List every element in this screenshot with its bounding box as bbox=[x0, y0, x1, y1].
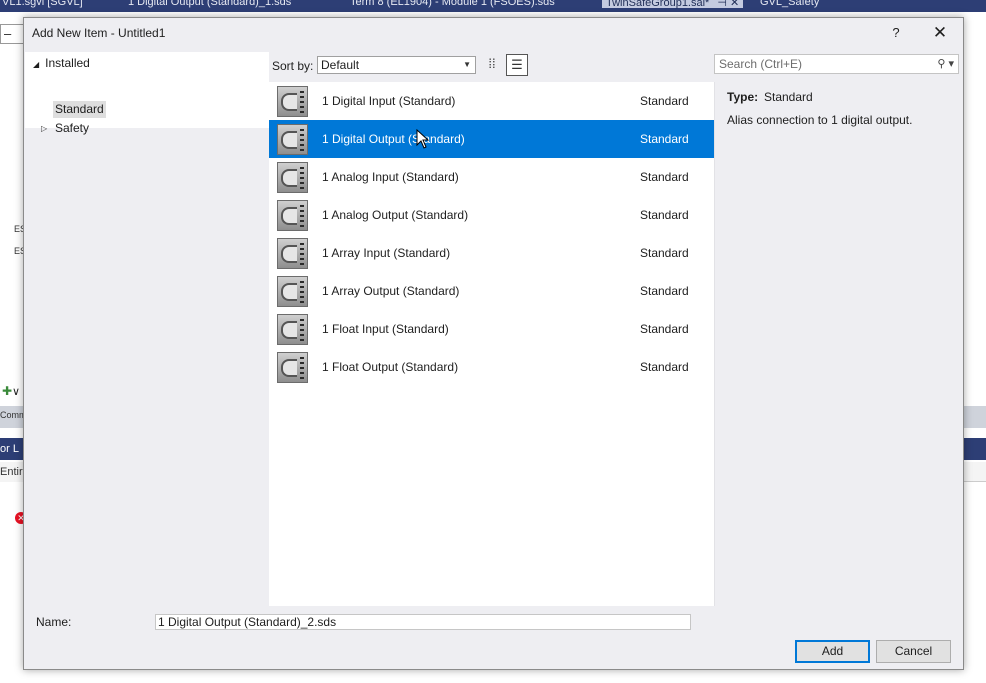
template-name: 1 Analog Input (Standard) bbox=[322, 170, 459, 184]
help-button[interactable]: ? bbox=[882, 22, 910, 44]
ide-left-area: – ES ES ✚∨ Comma or L Entire ✕ bbox=[0, 12, 24, 683]
name-label: Name: bbox=[36, 615, 72, 629]
template-type: Standard bbox=[640, 284, 689, 298]
tree-installed-label: Installed bbox=[45, 56, 90, 70]
template-type: Standard bbox=[640, 246, 689, 260]
terminal-template-icon bbox=[277, 124, 308, 155]
ide-tab-active[interactable]: TwinSafeGroup1.sal* ⊣ ✕ bbox=[602, 0, 744, 9]
ide-bar: Entire bbox=[0, 462, 24, 482]
expand-triangle-icon[interactable]: ▷ bbox=[41, 120, 47, 137]
template-type: Standard bbox=[640, 132, 689, 146]
ide-tab[interactable]: VL1.sgvl [SGVL] bbox=[2, 0, 83, 8]
template-name: 1 Array Input (Standard) bbox=[322, 246, 451, 260]
template-row[interactable]: 1 Float Output (Standard) Standard bbox=[269, 348, 714, 386]
template-row[interactable]: 1 Digital Input (Standard) Standard bbox=[269, 82, 714, 120]
terminal-template-icon bbox=[277, 86, 308, 117]
details-description: Alias connection to 1 digital output. bbox=[727, 113, 913, 127]
template-row[interactable]: 1 Analog Output (Standard) Standard bbox=[269, 196, 714, 234]
terminal-template-icon bbox=[277, 200, 308, 231]
template-type: Standard bbox=[640, 322, 689, 336]
template-name: 1 Digital Input (Standard) bbox=[322, 94, 456, 108]
close-button[interactable]: ✕ bbox=[926, 22, 954, 44]
dialog-title: Add New Item - Untitled1 bbox=[32, 26, 166, 40]
template-type: Standard bbox=[640, 170, 689, 184]
terminal-template-icon bbox=[277, 352, 308, 383]
tree-item-safety[interactable]: ▷ Safety bbox=[41, 120, 91, 137]
template-type: Standard bbox=[640, 360, 689, 374]
template-name: 1 Digital Output (Standard) bbox=[322, 132, 465, 146]
ide-bar bbox=[963, 406, 986, 428]
add-button[interactable]: Add bbox=[795, 640, 870, 663]
search-placeholder: Search (Ctrl+E) bbox=[719, 57, 803, 71]
terminal-template-icon bbox=[277, 314, 308, 345]
sort-by-select[interactable]: Default ▼ bbox=[317, 56, 476, 74]
tree-item-label: Safety bbox=[55, 121, 90, 135]
tree-item-standard[interactable]: Standard bbox=[53, 101, 106, 118]
template-row[interactable]: 1 Array Output (Standard) Standard bbox=[269, 272, 714, 310]
collapse-triangle-icon[interactable]: ◢ bbox=[33, 60, 39, 69]
template-name: 1 Array Output (Standard) bbox=[322, 284, 460, 298]
ide-toolbar-fragment: ✚ ∨ bbox=[0, 384, 24, 402]
template-type: Standard bbox=[640, 94, 689, 108]
details-type-label: Type: bbox=[727, 90, 759, 104]
template-row[interactable]: 1 Analog Input (Standard) Standard bbox=[269, 158, 714, 196]
dropdown-arrow-icon: ▼ bbox=[463, 60, 471, 69]
ide-tab-label: TwinSafeGroup1.sal* bbox=[606, 0, 710, 9]
search-icon[interactable]: ⚲ ▾ bbox=[937, 55, 954, 73]
template-row[interactable]: 1 Float Input (Standard) Standard bbox=[269, 310, 714, 348]
ide-tab[interactable]: 1 Digital Output (Standard)_1.sds bbox=[128, 0, 291, 8]
ide-tab[interactable]: GVL_Safety bbox=[760, 0, 819, 8]
tree-item-label: Standard bbox=[55, 102, 104, 116]
search-input[interactable]: Search (Ctrl+E) ⚲ ▾ bbox=[714, 54, 959, 74]
sort-by-value: Default bbox=[321, 58, 360, 72]
template-name: 1 Float Output (Standard) bbox=[322, 360, 459, 374]
add-new-item-dialog: Add New Item - Untitled1 ? ✕ ◢ Installed … bbox=[23, 17, 964, 670]
template-list: 1 Digital Input (Standard) Standard 1 Di… bbox=[269, 82, 714, 606]
close-icon[interactable]: ✕ bbox=[730, 0, 739, 9]
ide-right-area bbox=[963, 12, 986, 683]
ide-fragment: or L bbox=[0, 443, 19, 455]
terminal-template-icon bbox=[277, 276, 308, 307]
tree-installed-node[interactable]: ◢ Installed bbox=[33, 56, 90, 70]
grid-view-icon[interactable]: ⁞⁞ bbox=[481, 54, 503, 76]
template-tree: ◢ Installed Standard ▷ Safety bbox=[25, 52, 269, 135]
ide-bar: Comma bbox=[0, 406, 24, 428]
ide-tab[interactable]: Term 8 (EL1904) - Module 1 (FSOES).sds bbox=[350, 0, 555, 8]
sort-by-label: Sort by: bbox=[272, 59, 314, 73]
ide-tab-bar: VL1.sgvl [SGVL] 1 Digital Output (Standa… bbox=[0, 0, 986, 12]
dialog-titlebar[interactable]: Add New Item - Untitled1 ? ✕ bbox=[24, 18, 963, 48]
name-input[interactable] bbox=[155, 614, 691, 630]
ide-bar bbox=[963, 462, 986, 482]
details-type-value: Standard bbox=[764, 90, 813, 104]
mouse-cursor-icon bbox=[416, 129, 430, 149]
ide-panel-header bbox=[963, 438, 986, 460]
ide-fragment: Entire bbox=[0, 466, 24, 478]
details-panel: Type: Standard Alias connection to 1 dig… bbox=[714, 82, 963, 606]
list-view-icon[interactable]: ☰ bbox=[506, 54, 528, 76]
pin-icon[interactable]: ⊣ bbox=[717, 0, 727, 9]
terminal-template-icon bbox=[277, 162, 308, 193]
terminal-template-icon bbox=[277, 238, 308, 269]
template-type: Standard bbox=[640, 208, 689, 222]
template-row-selected[interactable]: 1 Digital Output (Standard) Standard bbox=[269, 120, 714, 158]
ide-collapse-button[interactable]: – bbox=[0, 24, 24, 44]
template-name: 1 Float Input (Standard) bbox=[322, 322, 449, 336]
cancel-button[interactable]: Cancel bbox=[876, 640, 951, 663]
ide-fragment: Comma bbox=[0, 410, 24, 420]
template-row[interactable]: 1 Array Input (Standard) Standard bbox=[269, 234, 714, 272]
ide-panel-header: or L bbox=[0, 438, 24, 460]
template-name: 1 Analog Output (Standard) bbox=[322, 208, 469, 222]
